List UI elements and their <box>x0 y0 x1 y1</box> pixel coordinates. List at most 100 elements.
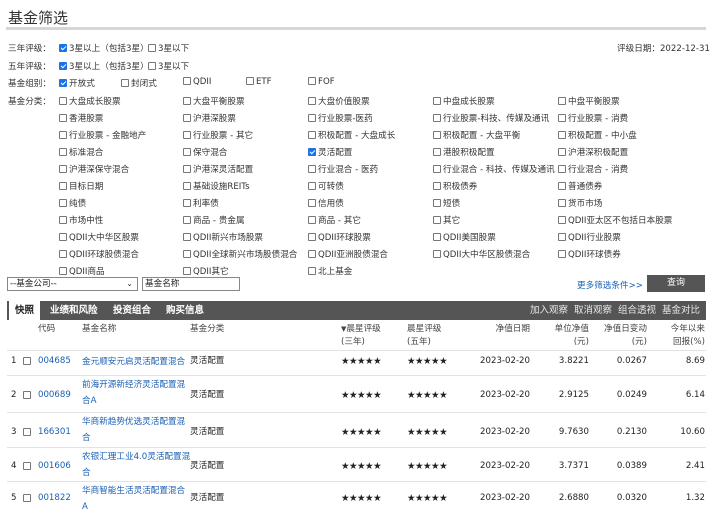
category-option-checkbox[interactable]: QDII环球股债混合 <box>59 248 139 260</box>
category-option-checkbox[interactable]: 沪港深灵活配置 <box>183 163 253 175</box>
category-option-checkbox[interactable]: 行业股票-医药 <box>308 112 373 124</box>
category-option-checkbox[interactable]: QDII新兴市场股票 <box>183 231 263 243</box>
category-option-checkbox[interactable]: QDII大中华区股债混合 <box>433 248 530 260</box>
col-rating3[interactable]: ▼晨星评级 (三年) <box>341 323 381 349</box>
category-option-checkbox[interactable]: 信用债 <box>308 197 344 209</box>
category-option-checkbox[interactable]: 行业股票 - 消费 <box>558 112 628 124</box>
category-option-checkbox[interactable]: 货币市场 <box>558 197 602 209</box>
category-option-checkbox[interactable]: 短债 <box>433 197 460 209</box>
category-option-checkbox[interactable]: 行业股票 - 其它 <box>183 129 253 141</box>
fund-name-link[interactable]: 金元顺安元启灵活配置混合 <box>82 354 185 370</box>
tab-performance-risk[interactable]: 业绩和风险 <box>50 301 98 320</box>
fund-compare-button[interactable]: 基金对比 <box>662 301 700 320</box>
category-option-checkbox[interactable]: 大盘价值股票 <box>308 95 370 107</box>
category-option-checkbox[interactable]: 基础设施REITs <box>183 180 250 192</box>
category-option-checkbox[interactable]: QDII其它 <box>183 265 229 277</box>
category-option-checkbox[interactable]: 商品 - 其它 <box>308 214 361 226</box>
col-name[interactable]: 基金名称 <box>82 323 116 336</box>
category-option-checkbox[interactable]: 普通债券 <box>558 180 602 192</box>
portfolio-xray-button[interactable]: 组合透视 <box>618 301 656 320</box>
category-option-checkbox[interactable]: 积极债券 <box>433 180 477 192</box>
group-closed-checkbox[interactable]: 封闭式 <box>121 77 157 89</box>
category-option-checkbox[interactable]: 积极配置 - 大盘成长 <box>308 129 395 141</box>
category-option-checkbox[interactable]: 灵活配置 <box>308 146 352 158</box>
col-rating5[interactable]: 晨星评级 (五年) <box>407 323 441 349</box>
group-etf-checkbox[interactable]: ETF <box>246 77 272 87</box>
col-category[interactable]: 基金分类 <box>190 323 224 336</box>
fund-code-link[interactable]: 166301 <box>38 426 71 439</box>
group-qdii-checkbox[interactable]: QDII <box>183 77 211 87</box>
col-ytd[interactable]: 今年以来 回报(%) <box>671 323 705 349</box>
category-option-checkbox[interactable]: 行业混合 - 医药 <box>308 163 378 175</box>
nav-change: 0.0320 <box>616 493 647 503</box>
row-select-checkbox[interactable] <box>23 391 31 399</box>
category-option-checkbox[interactable]: QDII亚太区不包括日本股票 <box>558 214 672 226</box>
fund-code-link[interactable]: 001606 <box>38 460 71 473</box>
remove-watch-button[interactable]: 取消观察 <box>574 301 612 320</box>
category-option-checkbox[interactable]: 商品 - 贵金属 <box>183 214 245 226</box>
nav-value: 3.7371 <box>558 461 589 471</box>
fund-code-link[interactable]: 000689 <box>38 389 71 402</box>
category-option-checkbox[interactable]: 积极配置 - 大盘平衡 <box>433 129 520 141</box>
fund-code-link[interactable]: 001822 <box>38 492 71 505</box>
category-option-checkbox[interactable]: 积极配置 - 中小盘 <box>558 129 637 141</box>
tab-portfolio[interactable]: 投资组合 <box>113 301 151 320</box>
category-option-checkbox[interactable]: 港股积极配置 <box>433 146 495 158</box>
category-option-checkbox[interactable]: QDII环球债券 <box>558 248 621 260</box>
col-nav-change[interactable]: 净值日变动 (元) <box>604 323 647 349</box>
category-option-checkbox[interactable]: 行业股票 - 金融地产 <box>59 129 146 141</box>
three-year-below3-checkbox[interactable]: 3星以下 <box>148 42 189 54</box>
add-watch-button[interactable]: 加入观察 <box>530 301 568 320</box>
query-button[interactable]: 查询 <box>647 275 705 292</box>
row-select-checkbox[interactable] <box>23 356 31 365</box>
fund-code-link[interactable]: 004685 <box>38 355 71 368</box>
col-nav-date[interactable]: 净值日期 <box>496 323 530 336</box>
category-option-checkbox[interactable]: QDII商品 <box>59 265 105 277</box>
col-code[interactable]: 代码 <box>38 323 55 336</box>
row-select-checkbox[interactable] <box>23 494 31 502</box>
category-option-checkbox[interactable]: 沪港深保守混合 <box>59 163 129 175</box>
category-option-checkbox[interactable]: QDII美国股票 <box>433 231 496 243</box>
category-option-checkbox[interactable]: 市场中性 <box>59 214 103 226</box>
row-select-checkbox[interactable] <box>23 462 31 470</box>
category-option-checkbox[interactable]: QDII亚洲股债混合 <box>308 248 388 260</box>
col-nav[interactable]: 单位净值 (元) <box>555 323 589 349</box>
category-option-checkbox[interactable]: 行业混合 - 科技、传媒及通讯 <box>433 163 555 175</box>
fund-name-link[interactable]: 华商新趋势优选灵活配置混合 <box>82 414 185 446</box>
group-fof-checkbox[interactable]: FOF <box>308 77 335 87</box>
category-option-checkbox[interactable]: 保守混合 <box>183 146 227 158</box>
row-select-checkbox[interactable] <box>23 427 31 436</box>
category-option-checkbox[interactable]: 中盘成长股票 <box>433 95 495 107</box>
category-option-checkbox[interactable]: QDII大中华区股票 <box>59 231 139 243</box>
category-option-checkbox[interactable]: 大盘平衡股票 <box>183 95 245 107</box>
fund-name-link[interactable]: 农银汇理工业4.0灵活配置混合 <box>82 449 190 481</box>
category-option-checkbox[interactable]: 中盘平衡股票 <box>558 95 620 107</box>
category-option-checkbox[interactable]: 香港股票 <box>59 112 103 124</box>
category-option-checkbox[interactable]: 标准混合 <box>59 146 103 158</box>
category-option-checkbox[interactable]: 可转债 <box>308 180 344 192</box>
category-option-checkbox[interactable]: 目标日期 <box>59 180 103 192</box>
category-option-checkbox[interactable]: 沪港深积极配置 <box>558 146 628 158</box>
category-option-checkbox[interactable]: 沪港深股票 <box>183 112 236 124</box>
three-year-above3-checkbox[interactable]: 3星以上（包括3星） <box>59 42 149 54</box>
fund-company-select[interactable]: --基金公司-- ⌄ <box>7 277 138 291</box>
five-year-below3-checkbox[interactable]: 3星以下 <box>148 60 189 72</box>
category-option-checkbox[interactable]: 其它 <box>433 214 460 226</box>
category-option-checkbox[interactable]: QDII行业股票 <box>558 231 621 243</box>
category-option-checkbox[interactable]: QDII环球股票 <box>308 231 371 243</box>
five-year-above3-checkbox[interactable]: 3星以上（包括3星） <box>59 60 149 72</box>
fund-name-link[interactable]: 前海开源新经济灵活配置混 合A <box>82 377 185 409</box>
category-option-checkbox[interactable]: QDII全球新兴市场股债混合 <box>183 248 297 260</box>
category-option-checkbox[interactable]: 行业股票-科技、传媒及通讯 <box>433 112 549 124</box>
category-option-checkbox[interactable]: 北上基金 <box>308 265 352 277</box>
fund-name-link[interactable]: 华商智能生活灵活配置混合 A <box>82 483 185 515</box>
more-conditions-link[interactable]: 更多筛选条件>> <box>577 279 643 291</box>
category-option-checkbox[interactable]: 纯债 <box>59 197 86 209</box>
category-option-checkbox[interactable]: 利率债 <box>183 197 219 209</box>
category-option-checkbox[interactable]: 大盘成长股票 <box>59 95 121 107</box>
category-option-checkbox[interactable]: 行业混合 - 消费 <box>558 163 628 175</box>
fund-name-input[interactable]: 基金名称 <box>142 277 240 291</box>
tab-purchase-info[interactable]: 购买信息 <box>166 301 204 320</box>
group-open-checkbox[interactable]: 开放式 <box>59 77 95 89</box>
tab-snapshot[interactable]: 快照 <box>9 301 41 320</box>
